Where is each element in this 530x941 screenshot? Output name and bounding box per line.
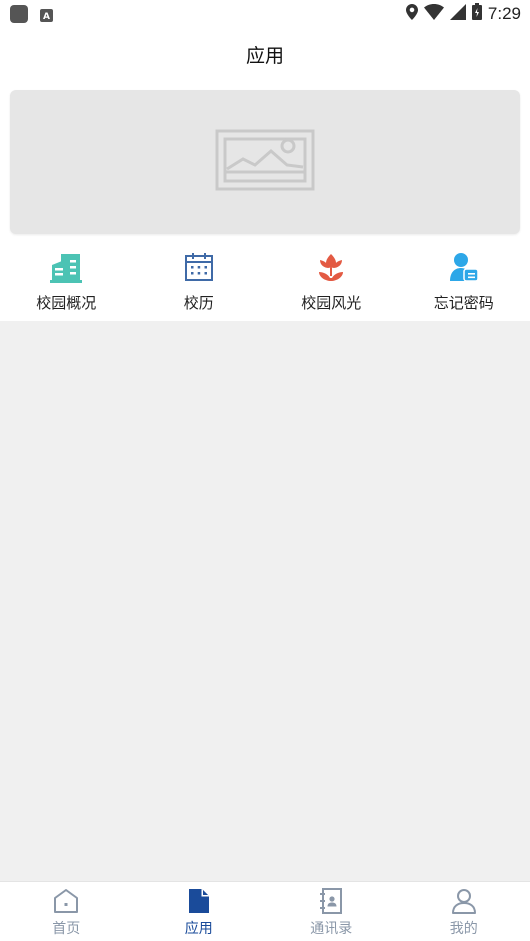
app-label: 忘记密码: [434, 292, 494, 313]
banner[interactable]: [10, 90, 520, 234]
tab-me[interactable]: 我的: [398, 882, 530, 941]
tab-label: 首页: [52, 918, 80, 938]
tab-apps[interactable]: 应用: [133, 882, 266, 941]
wifi-icon: [424, 4, 444, 24]
app-campus-overview[interactable]: 校园概况: [0, 250, 133, 321]
app-campus-scenery[interactable]: 校园风光: [265, 250, 398, 321]
keyboard-a-icon: A: [40, 7, 53, 26]
tab-contacts[interactable]: 通讯录: [265, 882, 398, 941]
page-header: 应用: [0, 28, 530, 80]
tab-label: 应用: [185, 918, 213, 938]
location-icon: [406, 4, 418, 24]
signal-icon: [450, 4, 466, 24]
tab-home[interactable]: 首页: [0, 882, 133, 941]
tab-label: 我的: [450, 918, 478, 938]
person-icon: [450, 887, 478, 915]
apps-panel: 校园概况 校历: [0, 80, 530, 321]
status-bar: A 7:29: [0, 0, 530, 28]
flower-icon: [314, 250, 348, 284]
page-title: 应用: [246, 41, 284, 68]
tab-label: 通讯录: [310, 918, 352, 938]
status-right: 7:29: [406, 3, 521, 24]
svg-text:A: A: [43, 12, 50, 22]
app-label: 校园概况: [36, 292, 96, 313]
contacts-book-icon: [317, 887, 345, 915]
app-label: 校历: [184, 292, 214, 313]
user-key-icon: [447, 250, 481, 284]
status-time: 7:29: [488, 4, 521, 24]
home-icon: [52, 887, 80, 915]
battery-icon: [472, 3, 482, 24]
app-label: 校园风光: [301, 292, 361, 313]
app-grid: 校园概况 校历: [0, 250, 530, 321]
document-icon: [185, 887, 213, 915]
bottom-tab-bar: 首页 应用 通讯录: [0, 881, 530, 941]
app-calendar[interactable]: 校历: [133, 250, 266, 321]
app-forgot-password[interactable]: 忘记密码: [398, 250, 530, 321]
calendar-icon: [182, 250, 216, 284]
building-icon: [49, 250, 83, 284]
app-icon: [10, 5, 28, 27]
status-left: A: [10, 5, 53, 27]
image-placeholder-icon: [215, 129, 315, 195]
